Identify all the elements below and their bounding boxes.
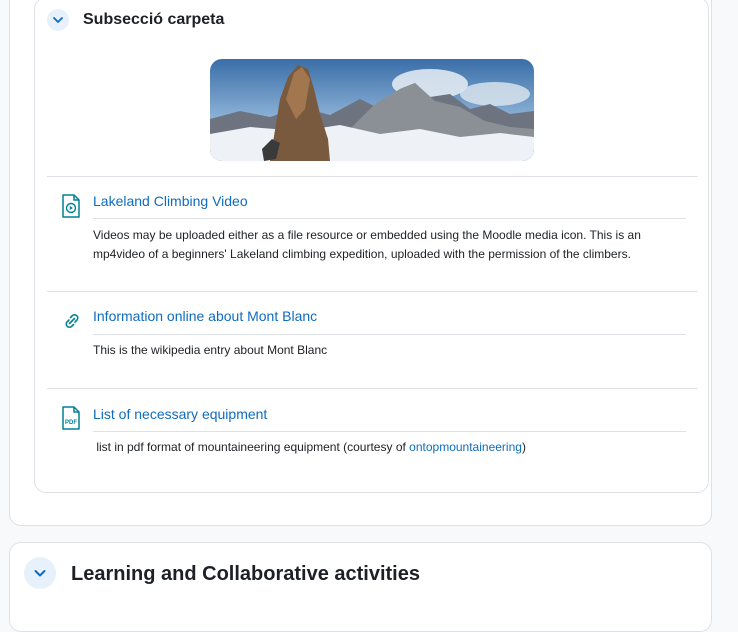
video-file-icon: [62, 194, 80, 218]
description-prefix: list in pdf format of mountaineering equ…: [93, 440, 410, 454]
chevron-down-icon: [53, 17, 63, 23]
ontopmountaineering-link[interactable]: ontopmountaineering: [409, 440, 522, 454]
learning-section-collapse-button[interactable]: [24, 557, 56, 589]
subsection-card: Subsecció carpeta Lakeland Climbing Vide…: [34, 0, 709, 493]
divider: [47, 176, 698, 177]
activity-description: Videos may be uploaded either as a file …: [93, 228, 641, 261]
section-card: Subsecció carpeta Lakeland Climbing Vide…: [9, 0, 712, 526]
activity-description: This is the wikipedia entry about Mont B…: [93, 343, 328, 357]
subsection-title[interactable]: Subsecció carpeta: [83, 9, 224, 31]
activity-description: list in pdf format of mountaineering equ…: [93, 438, 683, 457]
learning-section-title[interactable]: Learning and Collaborative activities: [71, 561, 420, 587]
activity-link-mont-blanc[interactable]: Information online about Mont Blanc: [93, 307, 317, 325]
banner-image: [210, 59, 534, 161]
activity-link-lakeland-video[interactable]: Lakeland Climbing Video: [93, 192, 248, 210]
pdf-icon-label: PDF: [65, 420, 77, 426]
description-suffix: ): [521, 440, 526, 454]
divider: [93, 218, 686, 219]
activity-link-equipment[interactable]: List of necessary equipment: [93, 405, 267, 423]
subsection-collapse-button[interactable]: [47, 9, 69, 31]
divider: [47, 291, 698, 292]
divider: [47, 388, 698, 389]
link-icon: [65, 314, 79, 328]
divider: [93, 334, 686, 335]
pdf-file-icon: PDF: [62, 406, 80, 430]
learning-section-card: Learning and Collaborative activities: [9, 542, 712, 632]
divider: [93, 431, 686, 432]
chevron-down-icon: [34, 570, 46, 577]
